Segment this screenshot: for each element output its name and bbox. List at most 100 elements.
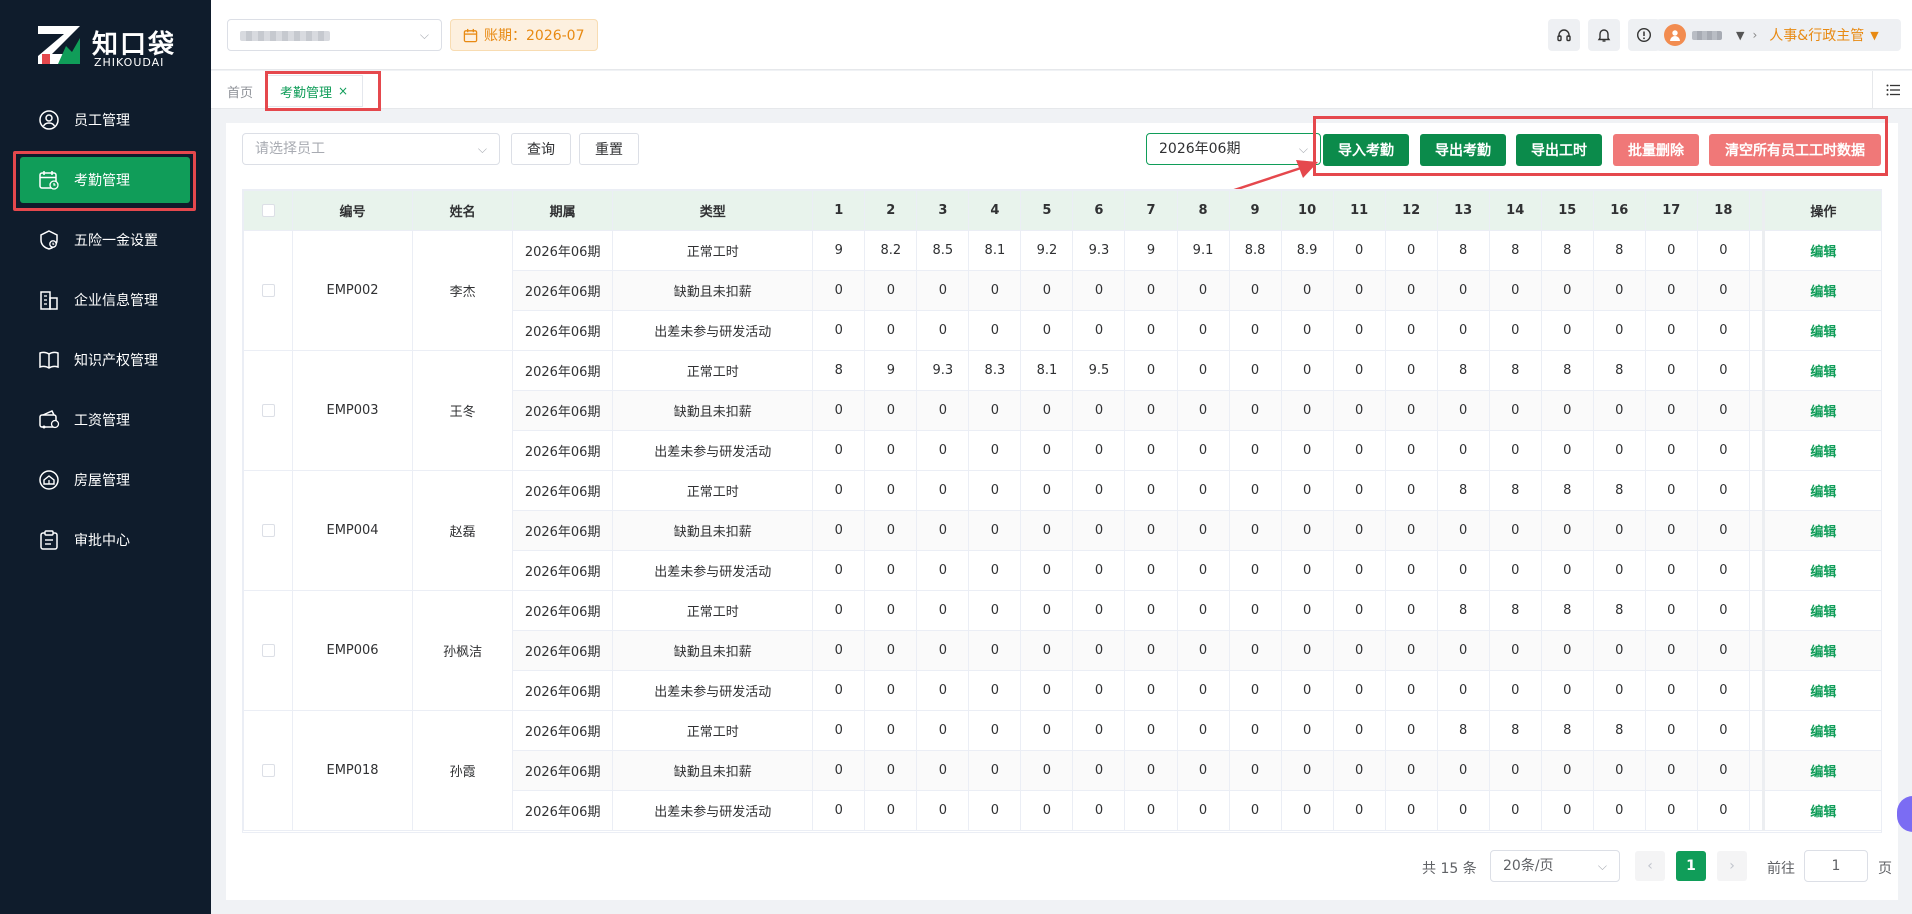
day-hours-cell: 9.3 — [916, 350, 970, 391]
edit-link[interactable]: 编辑 — [1810, 765, 1836, 780]
period-cell: 2026年06期 — [512, 230, 614, 271]
edit-link[interactable]: 编辑 — [1810, 725, 1836, 740]
day-hours-cell: 0 — [1072, 430, 1126, 471]
row-select-cell[interactable] — [243, 230, 294, 351]
edit-link[interactable]: 编辑 — [1810, 565, 1836, 580]
user-menu[interactable]: ▼ › 人事&行政主管 ▼ — [1656, 19, 1901, 51]
row-select-cell[interactable] — [243, 470, 294, 591]
select-all-checkbox[interactable] — [261, 204, 275, 217]
sidebar-item-3[interactable]: 五险一金设置 — [0, 210, 211, 270]
edit-link[interactable]: 编辑 — [1810, 645, 1836, 660]
page-size-select[interactable]: 20条/页 ⌵ — [1490, 850, 1620, 882]
row-checkbox[interactable] — [261, 764, 275, 777]
tabs-menu-button[interactable] — [1872, 71, 1912, 109]
row-select-cell[interactable] — [243, 590, 294, 711]
company-select[interactable]: ⌵ — [227, 19, 442, 51]
edit-link[interactable]: 编辑 — [1810, 325, 1836, 340]
prev-page-button[interactable]: ‹ — [1635, 851, 1665, 881]
day-hours-cell: 0 — [812, 390, 866, 431]
edit-link[interactable]: 编辑 — [1810, 245, 1836, 260]
sidebar-item-2[interactable]: 考勤管理 — [0, 150, 211, 211]
row-select-cell[interactable] — [243, 350, 294, 471]
goto-page-input[interactable]: 1 — [1804, 850, 1868, 882]
day-hours-cell: 0 — [1228, 430, 1282, 471]
employee-select[interactable]: 请选择员工 ⌵ — [242, 133, 500, 165]
edit-link[interactable]: 编辑 — [1810, 365, 1836, 380]
edit-link[interactable]: 编辑 — [1810, 285, 1836, 300]
calendar-icon — [463, 28, 478, 42]
day-hours-cell: 0 — [1072, 470, 1126, 511]
day-hours-cell: 0 — [1020, 550, 1074, 591]
logo-mark-icon — [38, 26, 80, 64]
day-hours-cell: 0 — [864, 670, 918, 711]
sidebar-item-1[interactable]: 员工管理 — [0, 90, 211, 150]
sidebar-item-6[interactable]: 工资管理 — [0, 390, 211, 450]
page-1-button[interactable]: 1 — [1676, 851, 1706, 881]
sidebar-item-8[interactable]: 审批中心 — [0, 510, 211, 570]
row-checkbox[interactable] — [261, 404, 275, 417]
edit-link[interactable]: 编辑 — [1810, 445, 1836, 460]
day-hours-cell: 0 — [1644, 270, 1698, 311]
day-hours-cell: 0 — [1176, 790, 1230, 831]
day-hours-cell: 0 — [1332, 550, 1386, 591]
edit-link[interactable]: 编辑 — [1810, 485, 1836, 500]
edit-link[interactable]: 编辑 — [1810, 605, 1836, 620]
day-hours-cell: 0 — [1228, 350, 1282, 391]
row-checkbox[interactable] — [261, 284, 275, 297]
edit-link[interactable]: 编辑 — [1810, 805, 1836, 820]
day-hours-cell: 0 — [1644, 350, 1698, 391]
day-hours-cell: 0 — [1540, 430, 1594, 471]
next-page-button[interactable]: › — [1717, 851, 1747, 881]
row-checkbox[interactable] — [261, 524, 275, 537]
row-select-cell[interactable] — [243, 710, 294, 831]
edit-link[interactable]: 编辑 — [1810, 685, 1836, 700]
day-column-header: 5 — [1020, 190, 1074, 231]
day-hours-cell: 0 — [1124, 270, 1178, 311]
type-cell: 正常工时 — [612, 230, 814, 271]
day-hours-cell: 0 — [1384, 630, 1438, 671]
edit-link[interactable]: 编辑 — [1810, 405, 1836, 420]
day-hours-cell: 0 — [1696, 350, 1750, 391]
sidebar-item-label: 知识产权管理 — [74, 353, 158, 369]
day-hours-cell: 0 — [1592, 670, 1646, 711]
table-row: EMP006 孙枫洁 2026年06期 正常工时 0 0 0 0 0 0 0 0 0 0 0 0 8 8 8 8 0 0 编… — [243, 590, 1881, 711]
day-hours-cell: 0 — [916, 750, 970, 791]
sidebar-item-4[interactable]: 企业信息管理 — [0, 270, 211, 330]
query-button[interactable]: 查询 — [511, 133, 571, 165]
operation-cell: 编辑 — [1762, 390, 1881, 431]
sidebar-item-7[interactable]: 房屋管理 — [0, 450, 211, 510]
day-hours-cell: 8 — [1488, 470, 1542, 511]
headset-button[interactable] — [1548, 19, 1580, 51]
day-hours-cell: 0 — [1332, 350, 1386, 391]
day-hours-cell: 0 — [1280, 510, 1334, 551]
company-name-blurred — [240, 31, 330, 41]
day-hours-cell: 0 — [864, 630, 918, 671]
column-header: 姓名 — [412, 190, 514, 231]
operation-cell: 编辑 — [1762, 510, 1881, 551]
operation-cell: 编辑 — [1762, 310, 1881, 351]
row-checkbox[interactable] — [261, 644, 275, 657]
day-hours-cell: 0 — [1072, 670, 1126, 711]
day-hours-cell: 0 — [1644, 510, 1698, 551]
tab-home[interactable]: 首页 — [227, 82, 253, 101]
day-hours-cell: 0 — [1280, 710, 1334, 751]
notification-button[interactable] — [1588, 19, 1620, 51]
actions-highlight-frame — [1313, 116, 1888, 176]
day-hours-cell: 0 — [1696, 430, 1750, 471]
select-all-cell[interactable] — [243, 190, 294, 231]
day-hours-cell: 0 — [1436, 430, 1490, 471]
day-hours-cell: 0 — [1644, 590, 1698, 631]
day-hours-cell: 0 — [968, 750, 1022, 791]
chat-assistant-bubble[interactable] — [1897, 796, 1912, 832]
day-hours-cell: 0 — [1540, 790, 1594, 831]
book-icon — [38, 349, 60, 371]
sidebar-item-5[interactable]: 知识产权管理 — [0, 330, 211, 390]
brand-logo[interactable]: 知口袋 ZHIKOUDAI — [36, 22, 186, 70]
day-hours-cell: 0 — [812, 510, 866, 551]
day-hours-cell: 0 — [1228, 310, 1282, 351]
sidebar-item-label: 企业信息管理 — [74, 293, 158, 309]
edit-link[interactable]: 编辑 — [1810, 525, 1836, 540]
reset-button[interactable]: 重置 — [579, 133, 639, 165]
operation-cell: 编辑 — [1762, 670, 1881, 711]
type-cell: 正常工时 — [612, 710, 814, 751]
